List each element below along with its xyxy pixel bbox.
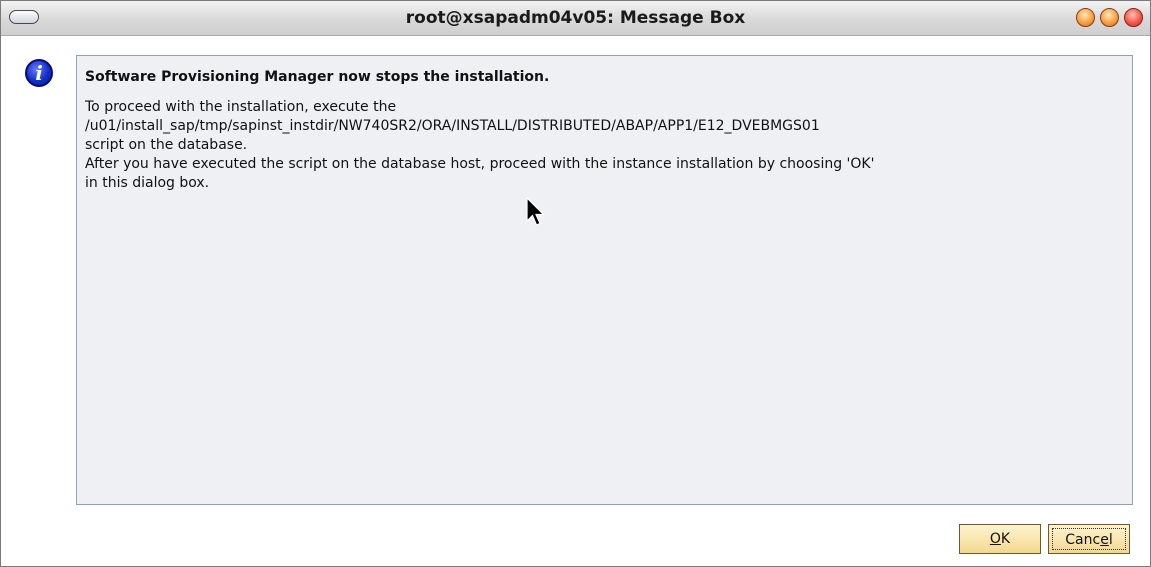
mouse-pointer-icon [526,197,545,226]
cancel-button[interactable]: Cancel [1048,524,1130,554]
ok-button[interactable]: OK [959,524,1041,554]
message-line: To proceed with the installation, execut… [85,99,397,115]
ok-label-rest: K [1000,531,1011,547]
message-line: After you have executed the script on th… [85,156,875,172]
message-line: /u01/install_sap/tmp/sapinst_instdir/NW7… [85,118,820,134]
ok-mnemonic: O [989,531,1001,547]
message-area: Software Provisioning Manager now stops … [76,55,1133,505]
message-line: script on the database. [85,137,248,153]
focus-ring: Cancel [1052,528,1126,550]
window-title: root@xsapadm04v05: Message Box [405,8,746,28]
cancel-mnemonic: e [1100,532,1109,548]
message-box-window: root@xsapadm04v05: Message Box i Softwar… [0,0,1151,567]
info-icon: i [25,59,53,87]
minimize-icon[interactable] [1076,8,1095,27]
maximize-icon[interactable] [1100,8,1119,27]
message-line: in this dialog box. [85,175,210,191]
cancel-label-post: l [1108,532,1113,548]
title-bar[interactable]: root@xsapadm04v05: Message Box [1,1,1150,36]
cancel-label-pre: Canc [1065,532,1101,548]
message-heading: Software Provisioning Manager now stops … [85,69,550,85]
close-icon[interactable] [1124,8,1143,27]
